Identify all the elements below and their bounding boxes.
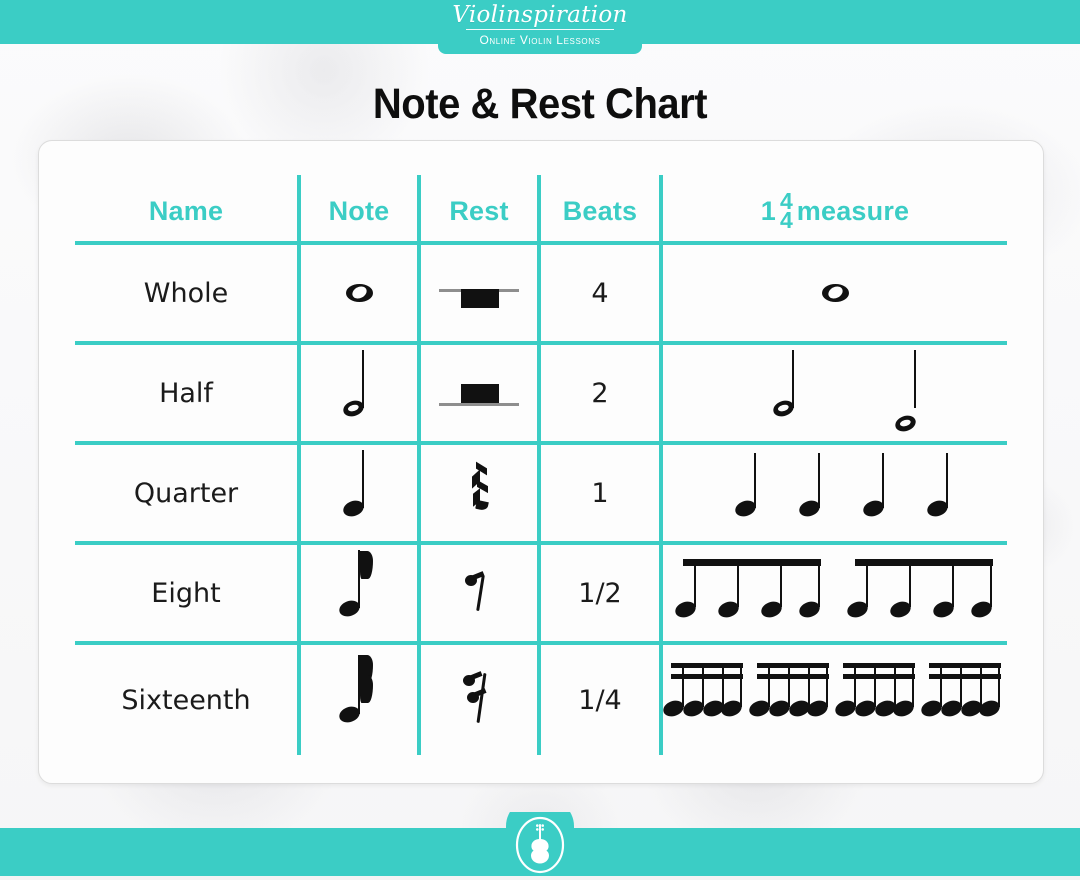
measure-half <box>663 345 1007 441</box>
rest-glyph-half <box>421 345 537 441</box>
measure-eighth <box>663 545 1007 641</box>
rest-glyph-quarter <box>421 445 537 541</box>
header-name: Name <box>148 195 224 226</box>
rest-glyph-whole <box>421 245 537 341</box>
page-title: Note & Rest Chart <box>372 80 708 128</box>
top-accent-bar <box>0 0 1080 44</box>
measure-sixteenth <box>661 645 1007 755</box>
note-glyph-sixteenth <box>301 645 417 755</box>
violin-badge-icon <box>506 796 574 876</box>
footer-violin-badge <box>506 796 574 876</box>
header-measure: 1 4 4 measure <box>663 183 1007 239</box>
rest-glyph-sixteenth <box>421 645 537 755</box>
row-name-quarter: Quarter <box>133 477 239 509</box>
chart-card: Name Note Rest Beats 1 4 4 measure Whole <box>38 140 1044 784</box>
row-name-eight: Eight <box>151 577 221 609</box>
poster-canvas: Violinspiration Online Violin Lessons No… <box>0 0 1080 876</box>
measure-whole <box>663 245 1007 341</box>
note-glyph-whole <box>301 245 417 341</box>
row-name-whole: Whole <box>143 277 229 309</box>
note-glyph-half <box>301 345 417 441</box>
measure-quarter <box>663 445 1007 541</box>
rest-glyph-eighth <box>421 545 537 641</box>
note-glyph-eighth <box>301 545 417 641</box>
row-name-sixteenth: Sixteenth <box>121 684 251 716</box>
header-measure-suffix: measure <box>796 195 910 226</box>
note-glyph-quarter <box>301 445 417 541</box>
beats-eighth: 1/2 <box>578 577 622 609</box>
time-signature-denominator: 4 <box>779 207 793 233</box>
header-rest: Rest <box>449 195 509 226</box>
header-beats: Beats <box>562 195 638 226</box>
beats-half: 2 <box>591 377 609 409</box>
beats-sixteenth: 1/4 <box>578 684 622 716</box>
beats-whole: 4 <box>591 277 609 309</box>
row-name-half: Half <box>159 377 213 409</box>
note-rest-table: Name Note Rest Beats 1 4 4 measure Whole <box>75 175 1007 755</box>
time-signature-4-4: 4 4 <box>779 190 793 233</box>
beats-quarter: 1 <box>591 477 609 509</box>
header-note: Note <box>328 195 390 226</box>
header-measure-prefix: 1 <box>760 195 776 226</box>
